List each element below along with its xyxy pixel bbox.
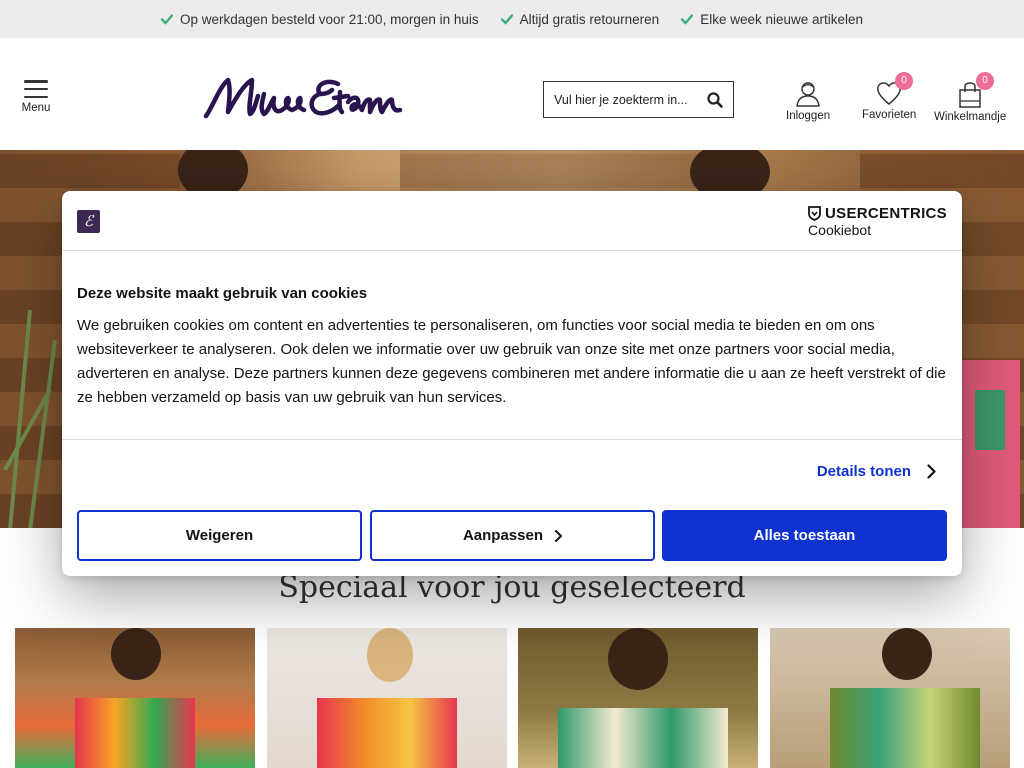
- chevron-right-icon: [927, 464, 936, 479]
- deny-button[interactable]: Weigeren: [77, 510, 362, 561]
- chevron-right-icon: [555, 529, 563, 542]
- dialog-title: Deze website maakt gebruik van cookies: [77, 285, 368, 302]
- details-label: Details tonen: [816, 463, 911, 480]
- usercentrics-brand[interactable]: USERCENTRICS Cookiebot: [808, 205, 947, 238]
- dialog-body: Deze website maakt gebruik van cookies W…: [62, 251, 962, 440]
- allow-all-button[interactable]: Alles toestaan: [662, 510, 947, 561]
- brand-sub-text: Cookiebot: [808, 222, 872, 238]
- customize-button[interactable]: Aanpassen: [370, 510, 655, 561]
- customize-label: Aanpassen: [462, 527, 544, 544]
- site-logo-icon: ℰ: [77, 210, 100, 233]
- usercentrics-wordmark: USERCENTRICS: [808, 205, 947, 222]
- details-toggle-link[interactable]: Details tonen: [817, 463, 936, 480]
- allow-label: Alles toestaan: [753, 527, 856, 544]
- shield-icon: [808, 206, 821, 221]
- brand-top-text: USERCENTRICS: [825, 205, 947, 222]
- deny-label: Weigeren: [185, 527, 254, 544]
- dialog-header: ℰ USERCENTRICS Cookiebot: [62, 191, 962, 251]
- dialog-text: We gebruiken cookies om content en adver…: [77, 317, 946, 406]
- cookie-consent-dialog: ℰ USERCENTRICS Cookiebot Deze website ma…: [62, 191, 962, 576]
